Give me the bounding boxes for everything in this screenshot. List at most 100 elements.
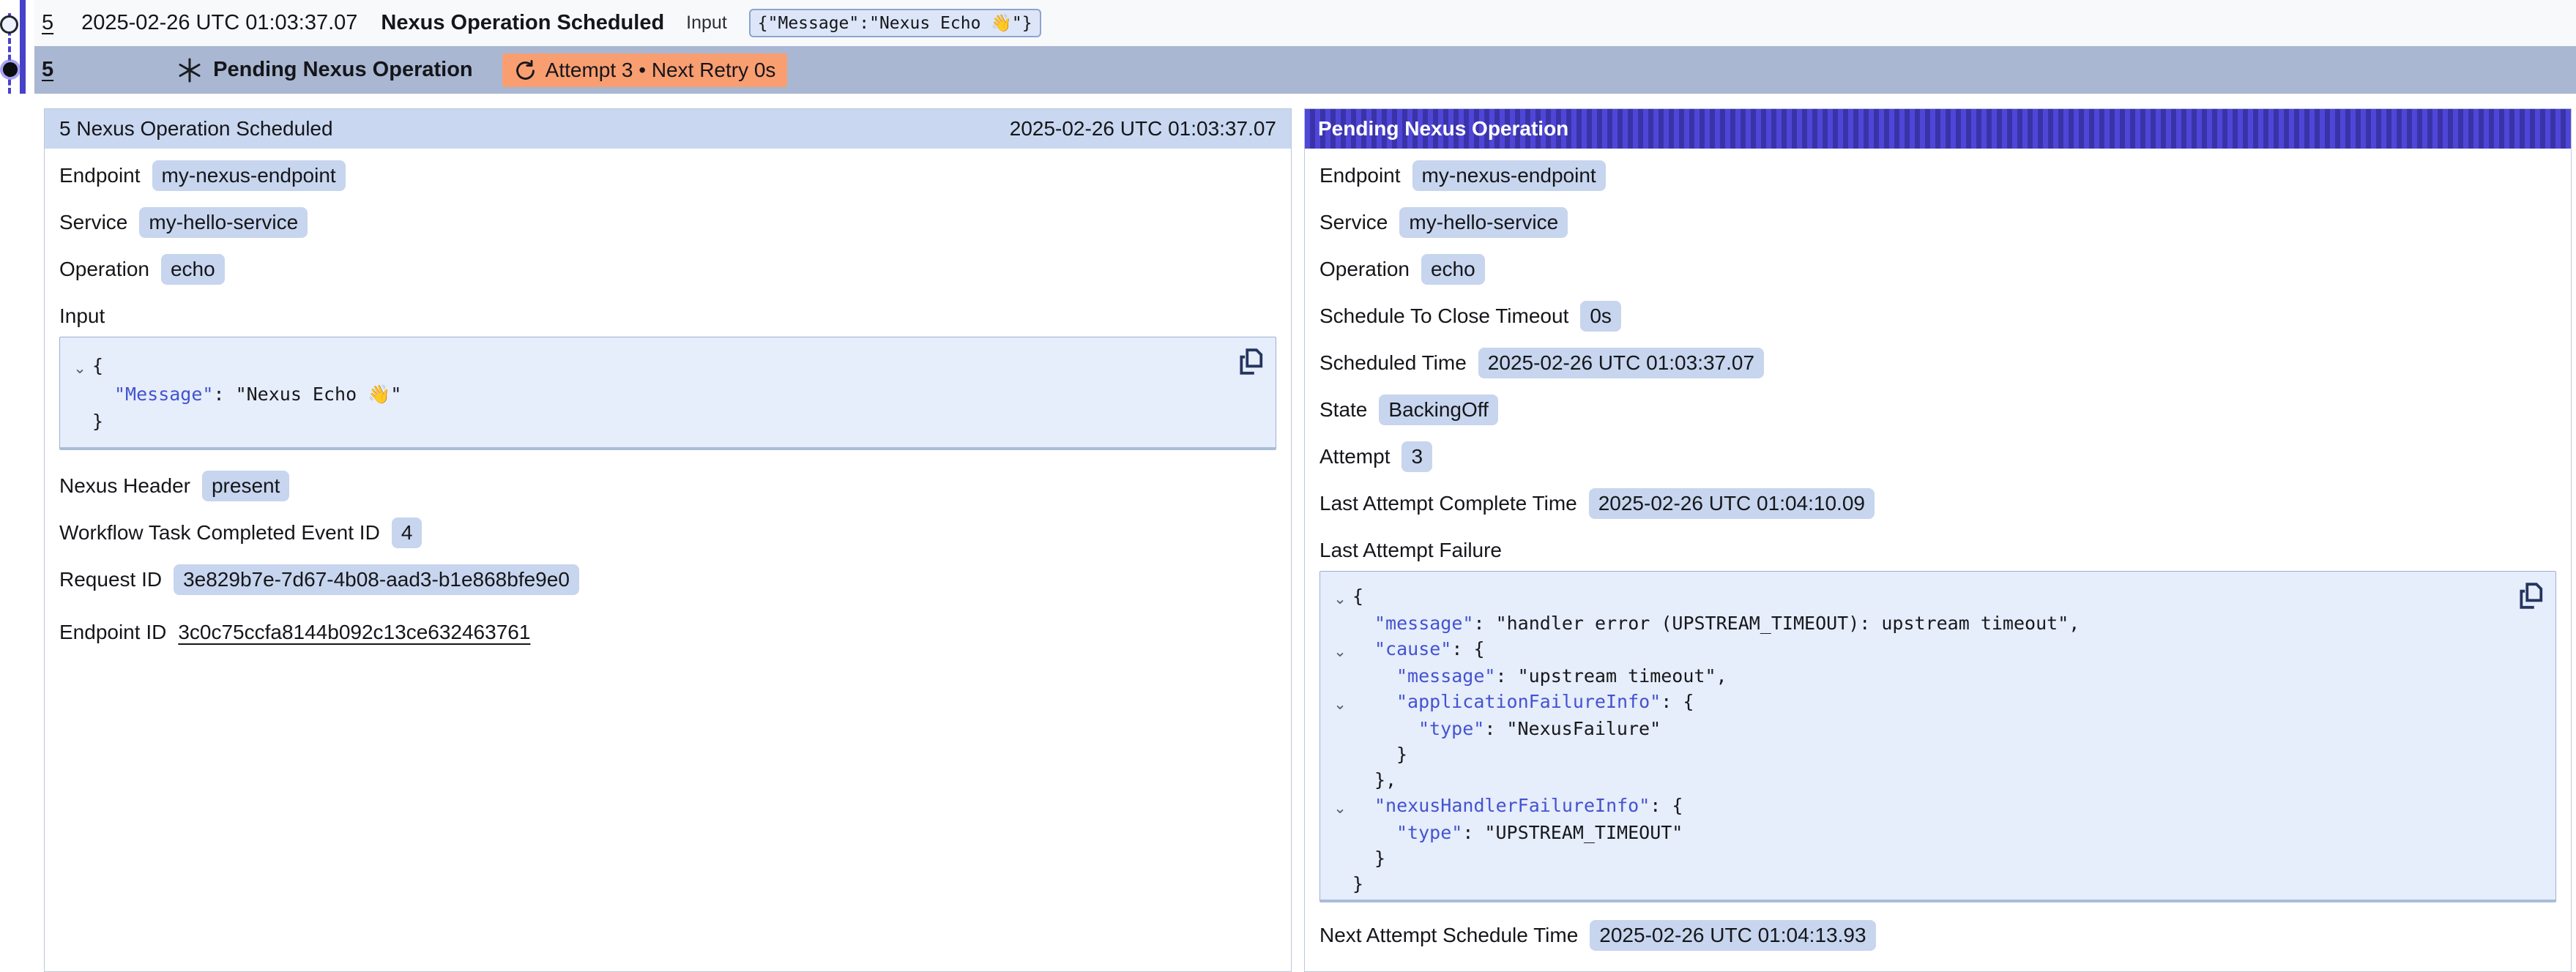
json-punctuation: } [1352, 873, 1363, 894]
field-label: Workflow Task Completed Event ID [59, 521, 380, 545]
field-value-badge: 2025-02-26 UTC 01:04:10.09 [1589, 488, 1875, 519]
json-line: ⌄"cause": { [1328, 636, 2512, 663]
pending-operation-row[interactable]: 5 Pending Nexus Operation Attempt 3 • Ne… [34, 46, 2576, 94]
json-key: "nexusHandlerFailureInfo" [1374, 795, 1650, 816]
field-label: Scheduled Time [1319, 351, 1467, 375]
json-line: "message": "upstream timeout", [1328, 663, 2512, 689]
json-punctuation: : { [1661, 691, 1694, 712]
field-row-last-attempt-complete-time: Last Attempt Complete Time 2025-02-26 UT… [1319, 487, 2556, 520]
json-line-content: }, [1374, 767, 1396, 793]
json-line-content: "nexusHandlerFailureInfo": { [1374, 793, 1683, 818]
json-value: "upstream timeout" [1518, 665, 1716, 687]
copy-button[interactable] [2516, 580, 2545, 613]
event-input-label: Input [686, 12, 727, 34]
json-punctuation: } [92, 411, 103, 432]
field-row-request-id: Request ID 3e829b7e-7d67-4b08-aad3-b1e86… [59, 563, 1276, 596]
collapse-chevron-icon[interactable]: ⌄ [1328, 639, 1352, 665]
retry-icon [514, 59, 537, 81]
pending-event-id-link[interactable]: 5 [42, 58, 53, 82]
json-line-content: "applicationFailureInfo": { [1396, 689, 1694, 714]
json-line-content: "message": "upstream timeout", [1396, 663, 1727, 689]
json-line: "type": "UPSTREAM_TIMEOUT" [1328, 820, 2512, 845]
field-row-state: State BackingOff [1319, 393, 2556, 426]
input-section-label: Input [59, 304, 1276, 328]
input-json-viewer: ⌄{"Message": "Nexus Echo 👋"} [59, 337, 1276, 450]
field-label: Next Attempt Schedule Time [1319, 924, 1578, 947]
field-row-attempt: Attempt 3 [1319, 440, 2556, 473]
field-row-nexus-header: Nexus Header present [59, 469, 1276, 502]
event-id-link[interactable]: 5 [42, 11, 53, 35]
event-row-scheduled[interactable]: 5 2025-02-26 UTC 01:03:37.07 Nexus Opera… [34, 0, 2576, 46]
copy-button[interactable] [1236, 346, 1265, 378]
field-label: Endpoint ID [59, 621, 166, 644]
json-line-content: { [1352, 583, 1363, 609]
field-value-badge: 2025-02-26 UTC 01:03:37.07 [1478, 348, 1764, 378]
json-line: } [67, 408, 1232, 435]
field-label: Schedule To Close Timeout [1319, 304, 1568, 328]
json-line: ⌄{ [67, 352, 1232, 381]
field-row-schedule-to-close-timeout: Schedule To Close Timeout 0s [1319, 299, 2556, 332]
field-row-scheduled-time: Scheduled Time 2025-02-26 UTC 01:03:37.0… [1319, 346, 2556, 379]
field-value-badge: present [202, 471, 289, 501]
field-label: Nexus Header [59, 474, 190, 498]
json-punctuation: } [1374, 848, 1385, 869]
pending-title: Pending Nexus Operation [213, 58, 473, 82]
field-label: Endpoint [1319, 164, 1401, 187]
json-punctuation: : [1473, 613, 1495, 634]
json-line: } [1328, 871, 2512, 897]
json-line-content: "type": "NexusFailure" [1418, 716, 1661, 741]
last-attempt-failure-label: Last Attempt Failure [1319, 539, 2556, 562]
field-value-badge: my-nexus-endpoint [1412, 160, 1606, 191]
json-punctuation: } [1396, 744, 1407, 765]
pending-panel-title: Pending Nexus Operation [1318, 117, 1568, 141]
field-value-badge: echo [1421, 254, 1485, 285]
field-label: Service [1319, 211, 1388, 234]
field-value-badge: my-hello-service [1399, 207, 1568, 238]
field-row-endpoint: Endpoint my-nexus-endpoint [1319, 159, 2556, 192]
scheduled-panel-title: 5 Nexus Operation Scheduled [59, 117, 333, 141]
field-row-wft-completed-event-id: Workflow Task Completed Event ID 4 [59, 516, 1276, 549]
field-value-badge: my-nexus-endpoint [152, 160, 346, 191]
failure-json-viewer: ⌄{"message": "handler error (UPSTREAM_TI… [1319, 571, 2556, 902]
json-punctuation: }, [1374, 769, 1396, 790]
json-key: "type" [1418, 718, 1484, 739]
event-title: Nexus Operation Scheduled [381, 11, 664, 35]
collapse-chevron-icon[interactable]: ⌄ [1328, 692, 1352, 717]
asterisk-icon [176, 57, 203, 83]
field-label: Last Attempt Complete Time [1319, 492, 1577, 515]
field-row-operation: Operation echo [59, 253, 1276, 285]
json-punctuation: : [1495, 665, 1517, 687]
json-line-content: } [92, 408, 103, 435]
json-key: "message" [1374, 613, 1473, 634]
json-key: "cause" [1374, 638, 1451, 659]
field-row-next-attempt-schedule-time: Next Attempt Schedule Time 2025-02-26 UT… [1319, 919, 2556, 952]
json-key: "applicationFailureInfo" [1396, 691, 1661, 712]
collapse-chevron-icon[interactable]: ⌄ [1328, 796, 1352, 821]
json-line: } [1328, 741, 2512, 767]
json-value: "handler error (UPSTREAM_TIMEOUT): upstr… [1496, 613, 2069, 634]
field-label: Operation [1319, 258, 1410, 281]
field-value-badge: 4 [392, 517, 422, 548]
json-value: "Nexus Echo 👋" [236, 384, 402, 405]
pending-operation-panel: Pending Nexus Operation Endpoint my-nexu… [1304, 108, 2572, 972]
field-label: Request ID [59, 568, 162, 591]
scheduled-event-panel: 5 Nexus Operation Scheduled 2025-02-26 U… [44, 108, 1292, 972]
state-badge: BackingOff [1379, 395, 1497, 425]
json-line: }, [1328, 767, 2512, 793]
json-key: "Message" [114, 384, 213, 405]
field-label: State [1319, 398, 1367, 422]
json-punctuation: : [213, 384, 235, 405]
json-key: "type" [1396, 822, 1462, 843]
json-line-content: { [92, 352, 103, 379]
endpoint-id-link[interactable]: 3c0c75ccfa8144b092c13ce632463761 [178, 621, 530, 644]
collapse-chevron-icon[interactable]: ⌄ [67, 355, 92, 382]
json-punctuation: : { [1650, 795, 1683, 816]
collapse-chevron-icon[interactable]: ⌄ [1328, 586, 1352, 612]
field-value-badge: 0s [1580, 301, 1621, 332]
json-punctuation: : [1484, 718, 1506, 739]
field-label: Attempt [1319, 445, 1390, 468]
field-row-service: Service my-hello-service [59, 206, 1276, 239]
json-line-content: "type": "UPSTREAM_TIMEOUT" [1396, 820, 1683, 845]
json-line: ⌄ "applicationFailureInfo": { [1328, 689, 2512, 716]
json-line: "Message": "Nexus Echo 👋" [67, 381, 1232, 408]
